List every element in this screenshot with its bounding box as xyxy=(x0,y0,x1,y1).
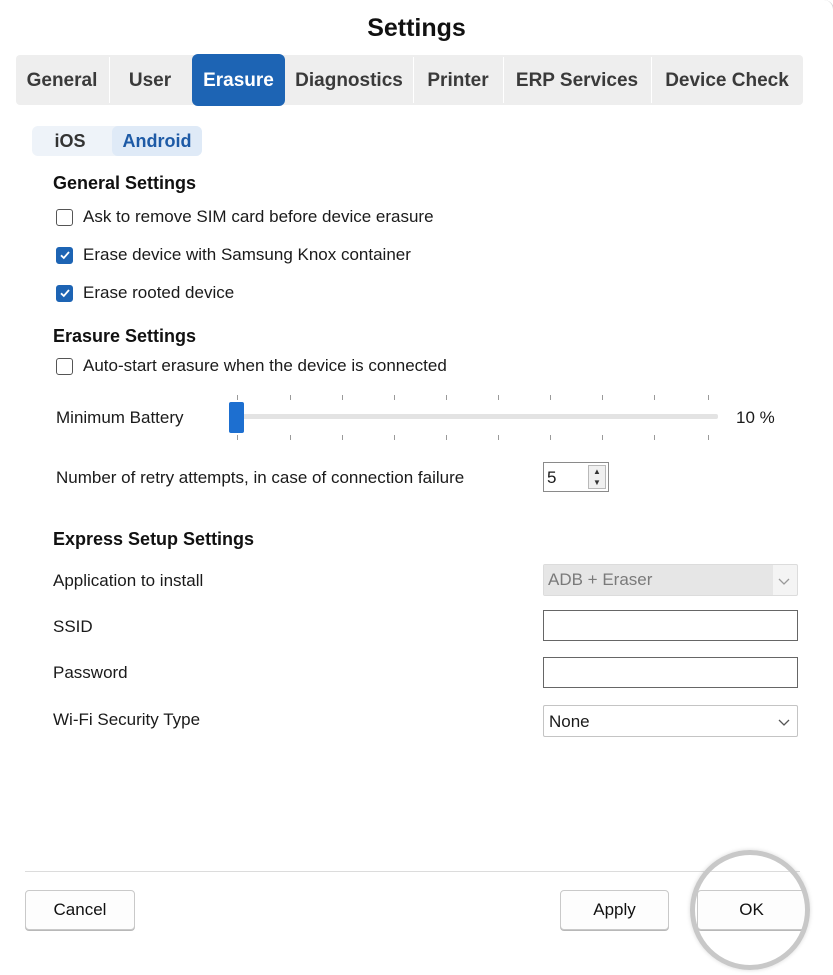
slider-tick xyxy=(237,435,238,440)
subtab-android[interactable]: Android xyxy=(112,126,202,156)
min-battery-label: Minimum Battery xyxy=(56,408,184,427)
highlight-ring xyxy=(690,850,810,970)
slider-tick xyxy=(237,395,238,400)
slider-tick xyxy=(394,435,395,440)
checkbox-checked[interactable] xyxy=(56,284,73,302)
tab-erp-services[interactable]: ERP Services xyxy=(504,55,650,105)
slider-tick xyxy=(446,395,447,400)
slider-tick xyxy=(446,435,447,440)
slider-tick xyxy=(708,435,709,440)
slider-tick xyxy=(342,395,343,400)
express-setup-heading: Express Setup Settings xyxy=(53,529,255,549)
tab-bar: General User Erasure Diagnostics Printer… xyxy=(16,54,803,106)
stepper-down-icon[interactable]: ▼ xyxy=(589,477,605,488)
ssid-label: SSID xyxy=(53,617,93,636)
stepper-up-icon[interactable]: ▲ xyxy=(589,466,605,477)
tab-user[interactable]: User xyxy=(110,55,190,105)
slider-tick xyxy=(498,435,499,440)
slider-tick xyxy=(342,435,343,440)
wifi-security-label: Wi-Fi Security Type xyxy=(53,710,201,729)
wifi-security-value: None xyxy=(549,712,590,731)
option-label: Erase rooted device xyxy=(83,283,235,302)
tab-general[interactable]: General xyxy=(16,55,108,105)
ssid-input[interactable] xyxy=(543,610,798,641)
battery-slider-thumb[interactable] xyxy=(229,402,244,433)
option-samsung-knox[interactable]: Erase device with Samsung Knox container xyxy=(56,245,411,265)
slider-tick xyxy=(290,435,291,440)
option-label: Ask to remove SIM card before device era… xyxy=(83,207,434,226)
slider-tick xyxy=(654,395,655,400)
checkbox-unchecked[interactable] xyxy=(56,208,73,226)
general-settings-heading: General Settings xyxy=(53,173,197,193)
retry-attempts-stepper[interactable]: 5 ▲ ▼ xyxy=(543,462,609,492)
subtab-ios[interactable]: iOS xyxy=(38,126,102,156)
slider-tick xyxy=(394,395,395,400)
settings-window: Settings General User Erasure Diagnostic… xyxy=(0,0,833,940)
option-remove-sim[interactable]: Ask to remove SIM card before device era… xyxy=(56,207,434,227)
slider-tick xyxy=(498,395,499,400)
checkmark-icon xyxy=(59,289,70,298)
checkmark-icon xyxy=(59,251,70,260)
retry-attempts-value[interactable]: 5 xyxy=(547,468,556,488)
slider-tick xyxy=(602,435,603,440)
slider-tick xyxy=(602,395,603,400)
password-input[interactable] xyxy=(543,657,798,688)
option-auto-start[interactable]: Auto-start erasure when the device is co… xyxy=(56,356,447,376)
chevron-down-icon xyxy=(778,719,790,726)
application-label: Application to install xyxy=(53,571,204,590)
checkbox-checked[interactable] xyxy=(56,246,73,264)
tab-diagnostics[interactable]: Diagnostics xyxy=(286,55,412,105)
battery-slider-track[interactable] xyxy=(236,414,718,419)
tab-device-check[interactable]: Device Check xyxy=(652,55,802,105)
option-rooted-device[interactable]: Erase rooted device xyxy=(56,283,234,303)
option-label: Erase device with Samsung Knox container xyxy=(83,245,411,264)
application-select[interactable]: ADB + Eraser xyxy=(543,564,798,596)
cancel-button[interactable]: Cancel xyxy=(25,890,135,930)
password-label: Password xyxy=(53,663,128,682)
min-battery-value: 10 % xyxy=(736,408,775,427)
footer-divider xyxy=(25,871,800,872)
erasure-settings-heading: Erasure Settings xyxy=(53,326,197,346)
retry-attempts-label: Number of retry attempts, in case of con… xyxy=(56,468,465,487)
application-value: ADB + Eraser xyxy=(544,565,773,595)
slider-tick xyxy=(290,395,291,400)
option-label: Auto-start erasure when the device is co… xyxy=(83,356,447,375)
tab-erasure[interactable]: Erasure xyxy=(192,54,285,106)
platform-subtabs: iOS Android xyxy=(32,126,202,156)
slider-tick xyxy=(550,435,551,440)
slider-tick xyxy=(654,435,655,440)
slider-tick xyxy=(550,395,551,400)
tab-printer[interactable]: Printer xyxy=(414,55,502,105)
apply-button[interactable]: Apply xyxy=(560,890,669,930)
slider-tick xyxy=(708,395,709,400)
window-title: Settings xyxy=(367,14,466,42)
wifi-security-select[interactable]: None xyxy=(543,705,798,737)
checkbox-unchecked[interactable] xyxy=(56,357,73,375)
stepper-buttons: ▲ ▼ xyxy=(588,465,606,489)
chevron-down-icon xyxy=(778,578,790,585)
